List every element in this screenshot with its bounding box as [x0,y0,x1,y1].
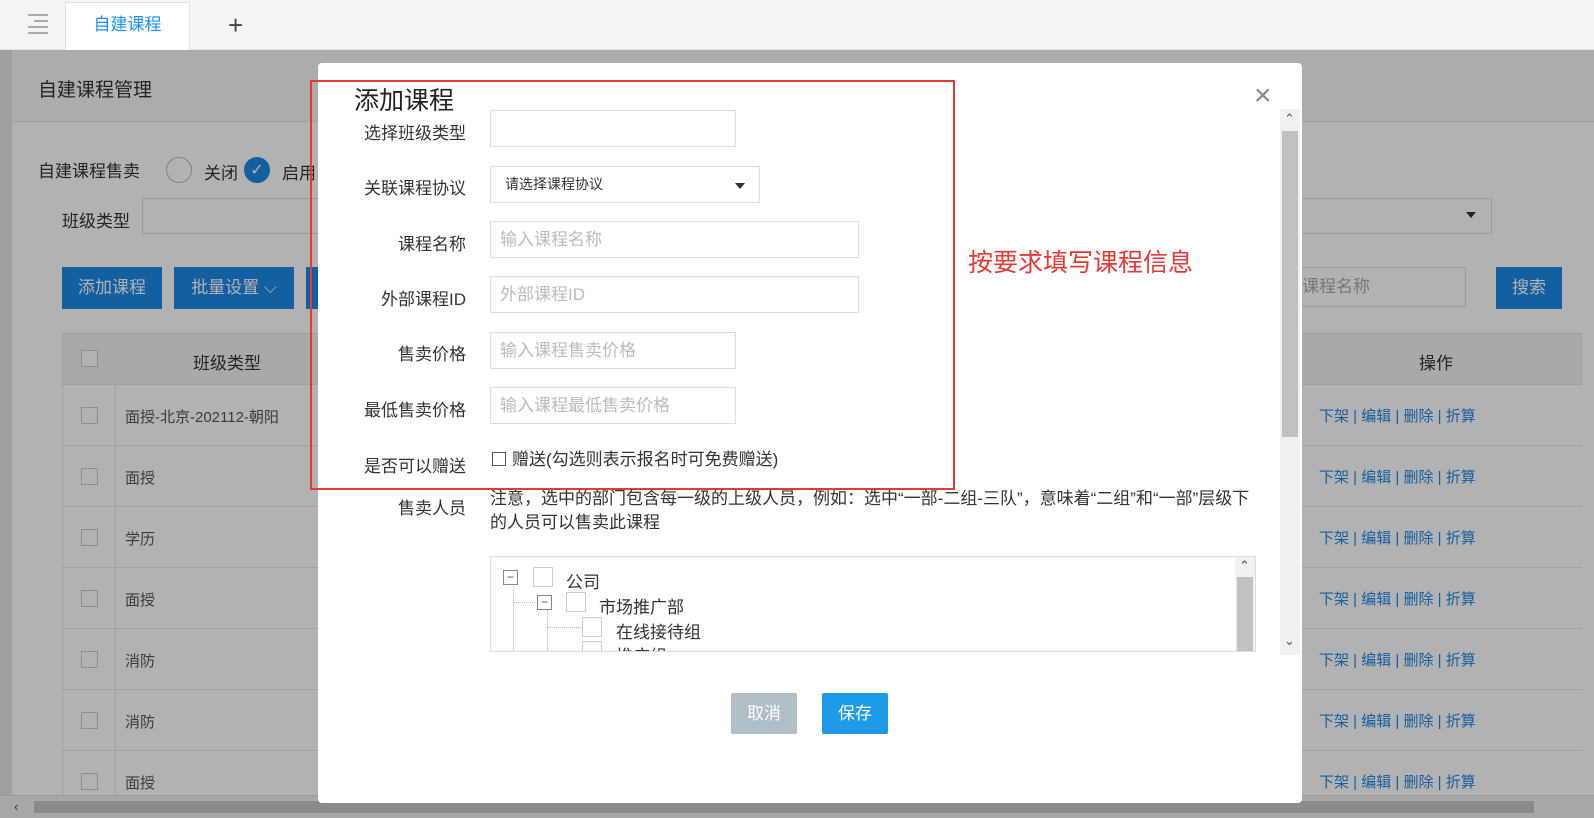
dialog-scrollbar[interactable]: ⌃ ⌄ [1280,109,1300,655]
annotation-text: 按要求填写课程信息 [968,249,1194,277]
tree-guide-line [513,602,535,603]
tree-checkbox[interactable] [582,617,602,637]
scroll-down-icon[interactable]: ⌄ [1284,633,1295,649]
save-button[interactable]: 保存 [822,693,888,734]
scroll-up-icon[interactable]: ⌃ [1239,558,1250,574]
menu-toggle-icon[interactable] [22,12,48,34]
tree-scroll-thumb[interactable] [1237,577,1253,651]
dialog-scroll-thumb[interactable] [1282,131,1298,437]
tree-guide-line [513,583,514,651]
collapse-icon[interactable]: − [503,570,518,585]
tab-self-built-course[interactable]: 自建课程 [65,2,190,50]
sellers-note: 注意，选中的部门包含每一级的上级人员，例如：选中“一部-二组-三队”，意味着“二… [490,489,1250,532]
tree-guide-line [547,609,548,651]
tree-node-label: 公司 [566,573,600,592]
tree-guide-line [547,651,581,652]
tree-guide-line [547,627,581,628]
add-tab-icon[interactable]: + [228,12,243,38]
tree-checkbox[interactable] [582,641,602,651]
tree-node-label: 市场推广部 [599,598,684,617]
cancel-button[interactable]: 取消 [731,693,797,734]
department-tree: − 公司 − 市场推广部 在线接待组 推广组 ⌃ [490,556,1256,652]
sellers-label: 售卖人员 [398,499,466,518]
tree-scrollbar[interactable]: ⌃ [1235,557,1255,651]
collapse-icon[interactable]: − [537,595,552,610]
scroll-up-icon[interactable]: ⌃ [1284,111,1295,127]
annotation-highlight-box [310,80,955,490]
tree-checkbox[interactable] [566,592,586,612]
tree-node-label: 在线接待组 [616,623,701,642]
close-icon[interactable]: × [1254,81,1272,111]
tree-checkbox[interactable] [533,567,553,587]
tab-bar: 自建课程 + [0,0,1594,50]
tree-node-label: 推广组 [616,642,667,651]
